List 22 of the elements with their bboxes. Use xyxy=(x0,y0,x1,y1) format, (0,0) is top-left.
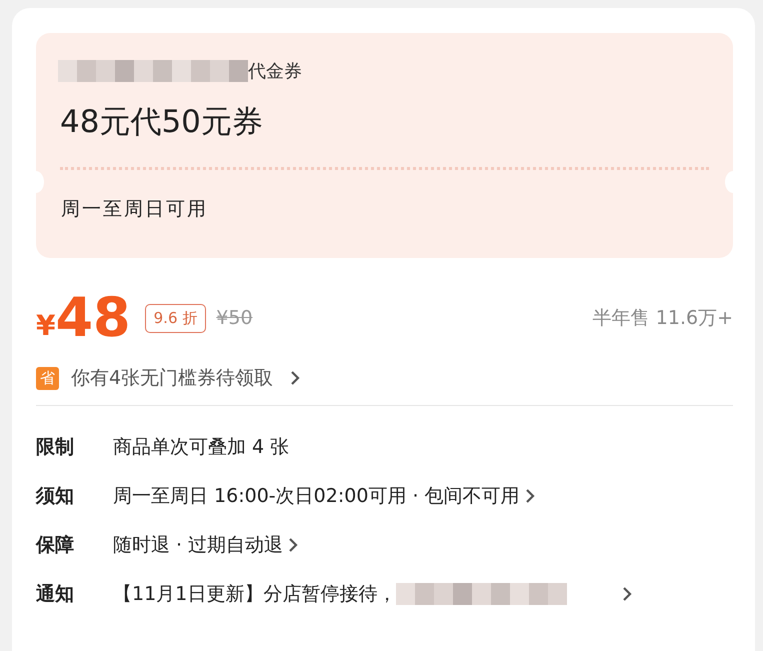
detail-text: 周一至周日 16:00-次日02:00可用 · 包间不可用 xyxy=(113,484,520,508)
coupon-validity: 周一至周日可用 xyxy=(60,197,209,222)
detail-text: 随时退 · 过期自动退 xyxy=(113,532,284,558)
detail-label: 限制 xyxy=(36,434,75,460)
chevron-right-icon[interactable] xyxy=(621,584,634,602)
original-price: ¥50 xyxy=(216,307,253,329)
detail-label: 须知 xyxy=(36,484,75,508)
detail-text: 【11月1日更新】分店暂停接待， xyxy=(113,582,396,606)
detail-label: 保障 xyxy=(36,532,75,558)
detail-text: 商品单次可叠加 4 张 xyxy=(113,434,290,460)
coupon-title: 48元代50元券 xyxy=(59,103,264,142)
sales-count: 半年售 11.6万+ xyxy=(592,306,733,331)
price: 48 xyxy=(55,291,131,345)
chevron-right-icon[interactable] xyxy=(524,486,536,504)
discount-tag: 9.6 折 xyxy=(144,304,206,332)
currency-symbol: ¥ xyxy=(36,308,56,342)
coupon-offer-link[interactable]: 你有4张无门槛券待领取 xyxy=(71,365,274,391)
chevron-right-icon[interactable] xyxy=(287,536,300,554)
detail-label: 通知 xyxy=(36,582,75,606)
coupon-type: 代金券 xyxy=(248,60,302,83)
saving-icon: 省 xyxy=(36,366,59,390)
chevron-right-icon[interactable] xyxy=(289,369,302,387)
